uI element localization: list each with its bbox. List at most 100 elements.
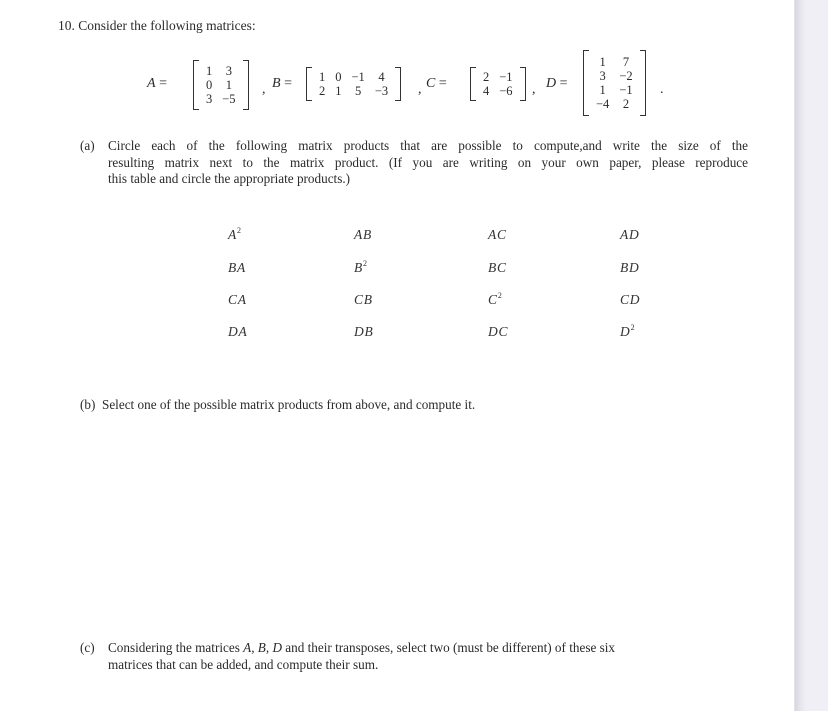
part-c-text: Considering the matrices A, B, D and the…	[108, 640, 615, 672]
matrix-d-label: D =	[546, 76, 568, 91]
matrix-d: 1 7 3 −2 1 −1 −4 2	[583, 50, 646, 116]
matrix-entry: 1	[335, 84, 342, 98]
matrix-a: 1 3 0 1 3 −5	[193, 60, 249, 110]
product-expression: D	[620, 324, 631, 339]
matrix-entry: 2	[319, 84, 326, 98]
product-expression: CB	[354, 292, 373, 307]
matrix-entry: −5	[222, 92, 236, 106]
matrix-entry: −3	[374, 84, 389, 98]
matrix-entry: 1	[599, 55, 606, 69]
product-expression: CD	[620, 292, 641, 307]
part-c-label: (c)	[80, 640, 95, 655]
matrix-row: 1 −1	[591, 83, 638, 97]
matrix-entry: −1	[619, 83, 633, 97]
matrix-entry: −1	[499, 70, 513, 84]
matrix-product[interactable]: AD	[620, 227, 640, 243]
matrix-entry: 1	[319, 70, 326, 84]
matrix-row: 2 −1	[478, 70, 518, 84]
matrix-product[interactable]: BD	[620, 260, 640, 276]
left-bracket	[193, 60, 199, 110]
matrix-row: 01	[201, 78, 241, 92]
right-bracket	[639, 50, 646, 116]
matrix-entries: 1 3 0 1 3 −5	[201, 64, 241, 106]
product-expression: AB	[354, 227, 373, 242]
matrix-product[interactable]: C2	[488, 292, 502, 308]
matrix-b: 1 0 −1 4 2 1 5 −3	[306, 67, 402, 101]
math-matrices: A, B, D	[243, 640, 282, 655]
matrix-entry: 0	[206, 78, 213, 92]
right-bracket	[519, 67, 526, 101]
matrix-product[interactable]: CA	[228, 292, 247, 308]
product-expression: DB	[354, 324, 374, 339]
matrix-product[interactable]: CD	[620, 292, 640, 308]
matrix-row: 13	[201, 64, 241, 78]
scrollbar-track[interactable]	[794, 0, 828, 711]
matrix-entry: −1	[351, 70, 365, 84]
matrix-entry: 1	[599, 83, 606, 97]
product-expression: DA	[228, 324, 248, 339]
part-b-label: (b)	[80, 397, 96, 412]
product-expression: B	[354, 260, 364, 275]
matrix-row: 1 0 −1 4	[314, 70, 393, 84]
product-expression: AC	[488, 227, 507, 242]
matrix-row: 3 −5	[201, 92, 241, 106]
matrix-product[interactable]: DB	[354, 324, 374, 340]
matrix-row: 2 1 5 −3	[314, 84, 393, 98]
matrix-row: 3 −2	[591, 69, 638, 83]
matrix-entry: −6	[499, 84, 513, 98]
matrix-product[interactable]: AB	[354, 227, 372, 243]
matrix-entry: 4	[483, 84, 490, 98]
left-bracket	[470, 67, 476, 101]
matrix-row: 17	[591, 55, 638, 69]
matrix-product[interactable]: DA	[228, 324, 248, 340]
matrix-a-label: A =	[147, 76, 167, 91]
matrix-product[interactable]: BA	[228, 260, 246, 276]
matrix-definitions: A = 1 3 0 1 3 −5 , B = 1 0 −1 4 2 1 5 −3 , C = 2 −1 4−…	[0, 48, 794, 128]
product-expression: C	[488, 292, 498, 307]
exponent: 2	[630, 323, 635, 332]
left-bracket	[583, 50, 589, 116]
matrix-product[interactable]: DC	[488, 324, 508, 340]
part-a-label: (a)	[80, 138, 95, 153]
exponent: 2	[363, 259, 368, 268]
matrix-product[interactable]: A2	[228, 227, 241, 243]
matrix-product[interactable]: BC	[488, 260, 507, 276]
product-expression: DC	[488, 324, 509, 339]
matrix-product[interactable]: D2	[620, 324, 635, 340]
matrix-entry: 3	[206, 92, 213, 106]
question-title: 10. Consider the following matrices:	[58, 18, 256, 34]
part-b-text: Select one of the possible matrix produc…	[101, 397, 476, 412]
right-bracket	[395, 67, 402, 101]
document-page: 10. Consider the following matrices: A =…	[0, 0, 794, 711]
matrix-entry: 1	[225, 78, 233, 92]
matrix-entry: 3	[225, 64, 233, 78]
matrix-c: 2 −1 4 −6	[470, 67, 526, 101]
matrix-entry: 7	[622, 55, 630, 69]
matrix-entry: 2	[622, 97, 630, 111]
matrix-row: 4 −6	[478, 84, 518, 98]
left-bracket	[306, 67, 312, 101]
question-intro: Consider the following matrices:	[78, 18, 256, 33]
exponent: 2	[497, 291, 502, 300]
matrix-c-label: C =	[426, 76, 447, 91]
matrix-entry: 2	[483, 70, 490, 84]
matrix-b-label: B =	[272, 76, 292, 91]
exponent: 2	[237, 226, 242, 235]
matrix-row: −4 2	[591, 97, 638, 111]
matrix-entry: 4	[378, 70, 385, 84]
matrix-entries: 1 0 −1 4 2 1 5 −3	[314, 70, 393, 98]
product-expression: BC	[488, 260, 507, 275]
comma: ,	[532, 82, 536, 97]
question-number: 10.	[58, 18, 75, 33]
matrix-product[interactable]: B2	[354, 260, 367, 276]
matrix-product[interactable]: AC	[488, 227, 507, 243]
right-bracket	[242, 60, 249, 110]
matrix-product[interactable]: CB	[354, 292, 373, 308]
matrix-entry: 5	[355, 84, 362, 98]
product-expression: CA	[228, 292, 247, 307]
period: .	[660, 82, 664, 97]
comma: ,	[418, 82, 422, 97]
matrix-entry: 3	[599, 69, 606, 83]
matrix-entry: −4	[596, 97, 610, 111]
product-expression: AD	[620, 227, 640, 242]
